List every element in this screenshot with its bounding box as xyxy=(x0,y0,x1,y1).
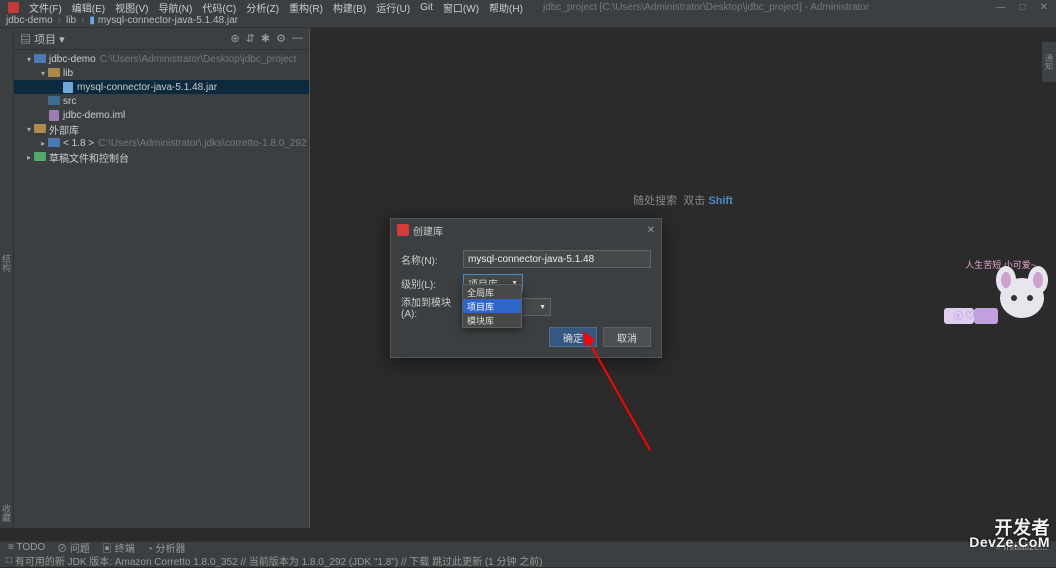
left-gutter: 结构 收藏 xyxy=(0,28,14,528)
dropdown-option-global[interactable]: 全局库 xyxy=(463,285,521,299)
dropdown-option-project[interactable]: 项目库 xyxy=(463,299,521,313)
chevron-down-icon: ▼ xyxy=(539,304,546,311)
menu-refactor[interactable]: 重构(R) xyxy=(289,0,323,15)
menu-bar: 文件(F) 编辑(E) 视图(V) 导航(N) 代码(C) 分析(Z) 重构(R… xyxy=(0,0,1056,14)
name-label: 名称(N): xyxy=(401,252,463,267)
menu-run[interactable]: 运行(U) xyxy=(376,0,410,15)
select-opened-icon[interactable]: ⊕ xyxy=(230,32,239,45)
sidebar-header: ▤ 项目 ▾ ⊕ ⇵ ✱ ⚙ — xyxy=(14,28,309,50)
todo-tab[interactable]: ≡ TODO xyxy=(8,542,45,553)
close-icon[interactable]: ✕ xyxy=(647,225,655,236)
cancel-button[interactable]: 取消 xyxy=(603,327,651,347)
menu-edit[interactable]: 编辑(E) xyxy=(72,0,105,15)
menu-git[interactable]: Git xyxy=(420,2,433,13)
tree-item[interactable]: ▸< 1.8 >C:\Users\Administrator\.jdks\cor… xyxy=(14,136,309,150)
tree-item[interactable]: mysql-connector-java-5.1.48.jar xyxy=(14,80,309,94)
chevron-right-icon: › xyxy=(81,15,84,26)
info-icon: □ xyxy=(6,555,12,566)
ok-button[interactable]: 确定 xyxy=(549,327,597,347)
menu-build[interactable]: 构建(B) xyxy=(333,0,366,15)
info-message: 有可用的新 JDK 版本: Amazon Corretto 1.8.0_352 … xyxy=(15,553,543,568)
dialog-title: 创建库 xyxy=(413,223,443,238)
bookmarks-tab[interactable]: 收藏 xyxy=(0,504,13,522)
app-icon xyxy=(8,2,19,13)
project-sidebar: ▤ 项目 ▾ ⊕ ⇵ ✱ ⚙ — ▾jdbc-demoC:\Users\Admi… xyxy=(14,28,310,528)
menu-analyze[interactable]: 分析(Z) xyxy=(246,0,279,15)
window-close-icon[interactable]: ✕ xyxy=(1040,2,1048,13)
info-bar: □ 有可用的新 JDK 版本: Amazon Corretto 1.8.0_35… xyxy=(0,553,1056,567)
window-title: jdbc_project [C:\Users\Administrator\Des… xyxy=(543,2,869,13)
expand-icon[interactable]: ⇵ xyxy=(246,32,255,45)
module-label: 添加到模块(A): xyxy=(401,294,463,320)
tree-item[interactable]: jdbc-demo.iml xyxy=(14,108,309,122)
tree-item[interactable]: ▸草稿文件和控制台 xyxy=(14,150,309,164)
structure-tab[interactable]: 结构 xyxy=(0,254,13,272)
name-input[interactable] xyxy=(463,250,651,268)
file-icon: ▮ xyxy=(89,15,95,26)
collapse-icon[interactable]: ✱ xyxy=(261,32,270,45)
hide-icon[interactable]: — xyxy=(292,32,303,45)
dialog-titlebar: 创建库 ✕ xyxy=(391,219,661,241)
tree-item[interactable]: ▾jdbc-demoC:\Users\Administrator\Desktop… xyxy=(14,52,309,66)
breadcrumb: jdbc-demo › lib › ▮ mysql-connector-java… xyxy=(0,14,1056,28)
window-maximize-icon[interactable]: □ xyxy=(1020,2,1026,13)
menu-file[interactable]: 文件(F) xyxy=(29,0,62,15)
status-bar: ≡ TODO ⊘ 问题 ▣ 终端 ◔ 分析器 ○ Initialize... xyxy=(0,541,1056,553)
tree-item[interactable]: ▾外部库 xyxy=(14,122,309,136)
create-library-dialog: 创建库 ✕ 名称(N): 级别(L): 项目库▼ 添加到模块(A): 全局库▼ … xyxy=(390,218,662,358)
watermark: 开发者 DevZe.CoM xyxy=(969,520,1050,549)
breadcrumb-item[interactable]: jdbc-demo xyxy=(6,15,53,26)
menu-code[interactable]: 代码(C) xyxy=(202,0,236,15)
breadcrumb-item[interactable]: lib xyxy=(66,15,76,26)
menu-navigate[interactable]: 导航(N) xyxy=(158,0,192,15)
app-icon xyxy=(397,224,409,236)
tree-item[interactable]: ▾lib xyxy=(14,66,309,80)
breadcrumb-item[interactable]: mysql-connector-java-5.1.48.jar xyxy=(98,15,238,26)
notifications-tab[interactable]: 通知 xyxy=(1042,42,1056,82)
search-hint: 随处搜索 双击 Shift xyxy=(633,192,733,208)
tree-item[interactable]: src xyxy=(14,94,309,108)
menu-window[interactable]: 窗口(W) xyxy=(443,0,479,15)
project-view-selector[interactable]: ▤ 项目 ▾ xyxy=(20,31,65,47)
chevron-right-icon: › xyxy=(58,15,61,26)
level-dropdown: 全局库 项目库 模块库 xyxy=(462,284,522,328)
project-tree[interactable]: ▾jdbc-demoC:\Users\Administrator\Desktop… xyxy=(14,50,309,166)
window-minimize-icon[interactable]: — xyxy=(996,2,1006,13)
level-label: 级别(L): xyxy=(401,276,463,291)
mascot-image: ⓒ ♡ xyxy=(944,258,1052,330)
dropdown-option-module[interactable]: 模块库 xyxy=(463,313,521,327)
menu-view[interactable]: 视图(V) xyxy=(115,0,148,15)
svg-text:ⓒ ♡: ⓒ ♡ xyxy=(954,311,975,321)
settings-icon[interactable]: ⚙ xyxy=(276,32,286,45)
menu-help[interactable]: 帮助(H) xyxy=(489,0,523,15)
